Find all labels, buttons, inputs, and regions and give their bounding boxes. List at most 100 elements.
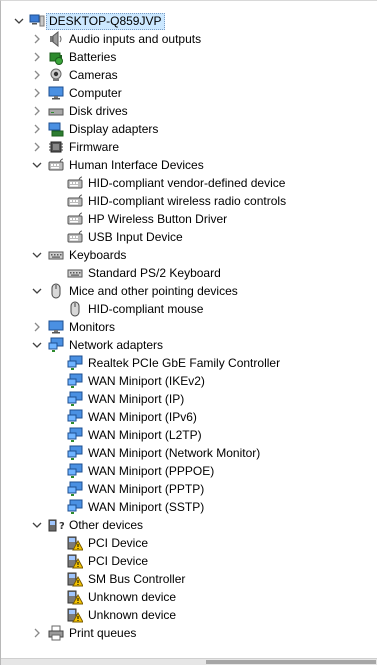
category-item[interactable]: Mice and other pointing devices (1, 282, 377, 300)
display-adapter-icon (48, 121, 64, 137)
category-item[interactable]: Print queues (1, 624, 377, 642)
device-item[interactable]: PCI Device (1, 534, 377, 552)
hid-icon (48, 157, 64, 173)
device-item[interactable]: HP Wireless Button Driver (1, 210, 377, 228)
device-label: WAN Miniport (PPPOE) (88, 464, 215, 478)
expand-chevron-icon[interactable] (31, 48, 43, 66)
category-label: Computer (69, 86, 122, 100)
device-item[interactable]: WAN Miniport (SSTP) (1, 498, 377, 516)
collapse-chevron-icon[interactable] (31, 336, 43, 354)
computer-name-label: DESKTOP-Q859JVP (46, 13, 165, 30)
expand-chevron-icon[interactable] (31, 318, 43, 336)
device-item[interactable]: WAN Miniport (IPv6) (1, 408, 377, 426)
device-item[interactable]: WAN Miniport (PPPOE) (1, 462, 377, 480)
device-label: WAN Miniport (L2TP) (88, 428, 202, 442)
device-item[interactable]: WAN Miniport (IKEv2) (1, 372, 377, 390)
device-tree[interactable]: DESKTOP-Q859JVP Audio inputs and outputs B… (1, 12, 377, 642)
warning-device-icon (67, 553, 83, 569)
device-item[interactable]: Standard PS/2 Keyboard (1, 264, 377, 282)
device-label: WAN Miniport (PPTP) (88, 482, 205, 496)
category-item[interactable]: ? Other devices (1, 516, 377, 534)
scrollbar-thumb[interactable] (206, 660, 376, 664)
category-item[interactable]: Monitors (1, 318, 377, 336)
network-adapter-icon (67, 463, 83, 479)
warning-device-icon (67, 589, 83, 605)
hid-icon (67, 229, 83, 245)
monitor-icon (48, 319, 64, 335)
expand-chevron-icon[interactable] (31, 66, 43, 84)
category-item[interactable]: Display adapters (1, 120, 377, 138)
device-label: Standard PS/2 Keyboard (88, 266, 221, 280)
device-item[interactable]: SM Bus Controller (1, 570, 377, 588)
device-item[interactable]: WAN Miniport (IP) (1, 390, 377, 408)
device-item[interactable]: WAN Miniport (Network Monitor) (1, 444, 377, 462)
expand-chevron-icon[interactable] (31, 138, 43, 156)
device-item[interactable]: Realtek PCIe GbE Family Controller (1, 354, 377, 372)
collapse-chevron-icon[interactable] (31, 156, 43, 174)
collapse-chevron-icon[interactable] (13, 12, 25, 30)
category-label: Display adapters (69, 122, 159, 136)
device-label: HID-compliant vendor-defined device (88, 176, 286, 190)
device-label: WAN Miniport (IPv6) (88, 410, 197, 424)
battery-icon (48, 49, 64, 65)
category-label: Other devices (69, 518, 144, 532)
collapse-chevron-icon[interactable] (31, 282, 43, 300)
category-label: Keyboards (69, 248, 127, 262)
collapse-chevron-icon[interactable] (31, 516, 43, 534)
device-label: WAN Miniport (IP) (88, 392, 185, 406)
hid-icon (67, 193, 83, 209)
device-label: USB Input Device (88, 230, 183, 244)
category-item[interactable]: Keyboards (1, 246, 377, 264)
collapse-chevron-icon[interactable] (31, 246, 43, 264)
category-label: Network adapters (69, 338, 164, 352)
device-label: WAN Miniport (IKEv2) (88, 374, 205, 388)
category-item[interactable]: Network adapters (1, 336, 377, 354)
hid-icon (67, 175, 83, 191)
network-adapter-icon (67, 427, 83, 443)
hid-icon (67, 211, 83, 227)
expand-chevron-icon[interactable] (31, 120, 43, 138)
category-label: Disk drives (69, 104, 128, 118)
computer-icon (29, 13, 45, 29)
category-item[interactable]: Human Interface Devices (1, 156, 377, 174)
device-label: WAN Miniport (Network Monitor) (88, 446, 261, 460)
warning-device-icon (67, 571, 83, 587)
category-item[interactable]: Batteries (1, 48, 377, 66)
network-adapter-icon (67, 355, 83, 371)
mouse-icon (48, 283, 64, 299)
keyboard-icon (67, 265, 83, 281)
device-item[interactable]: HID-compliant wireless radio controls (1, 192, 377, 210)
svg-text:?: ? (59, 521, 64, 532)
network-adapter-icon (67, 499, 83, 515)
tree-root[interactable]: DESKTOP-Q859JVP (1, 12, 377, 30)
device-item[interactable]: WAN Miniport (PPTP) (1, 480, 377, 498)
warning-device-icon (67, 607, 83, 623)
device-label: PCI Device (88, 536, 149, 550)
category-item[interactable]: Disk drives (1, 102, 377, 120)
device-item[interactable]: HID-compliant vendor-defined device (1, 174, 377, 192)
device-item[interactable]: WAN Miniport (L2TP) (1, 426, 377, 444)
device-label: Realtek PCIe GbE Family Controller (88, 356, 281, 370)
device-item[interactable]: HID-compliant mouse (1, 300, 377, 318)
category-item[interactable]: Cameras (1, 66, 377, 84)
category-item[interactable]: Computer (1, 84, 377, 102)
device-label: PCI Device (88, 554, 149, 568)
category-item[interactable]: Audio inputs and outputs (1, 30, 377, 48)
horizontal-scrollbar[interactable] (1, 658, 377, 665)
device-label: Unknown device (88, 608, 177, 622)
category-item[interactable]: Firmware (1, 138, 377, 156)
expand-chevron-icon[interactable] (31, 30, 43, 48)
device-label: HID-compliant mouse (88, 302, 204, 316)
network-adapter-icon (67, 391, 83, 407)
category-label: Firmware (69, 140, 119, 154)
device-item[interactable]: Unknown device (1, 606, 377, 624)
device-label: SM Bus Controller (88, 572, 186, 586)
device-item[interactable]: USB Input Device (1, 228, 377, 246)
expand-chevron-icon[interactable] (31, 624, 43, 642)
expand-chevron-icon[interactable] (31, 102, 43, 120)
device-item[interactable]: PCI Device (1, 552, 377, 570)
device-item[interactable]: Unknown device (1, 588, 377, 606)
network-adapter-icon (67, 481, 83, 497)
device-label: HID-compliant wireless radio controls (88, 194, 287, 208)
expand-chevron-icon[interactable] (31, 84, 43, 102)
